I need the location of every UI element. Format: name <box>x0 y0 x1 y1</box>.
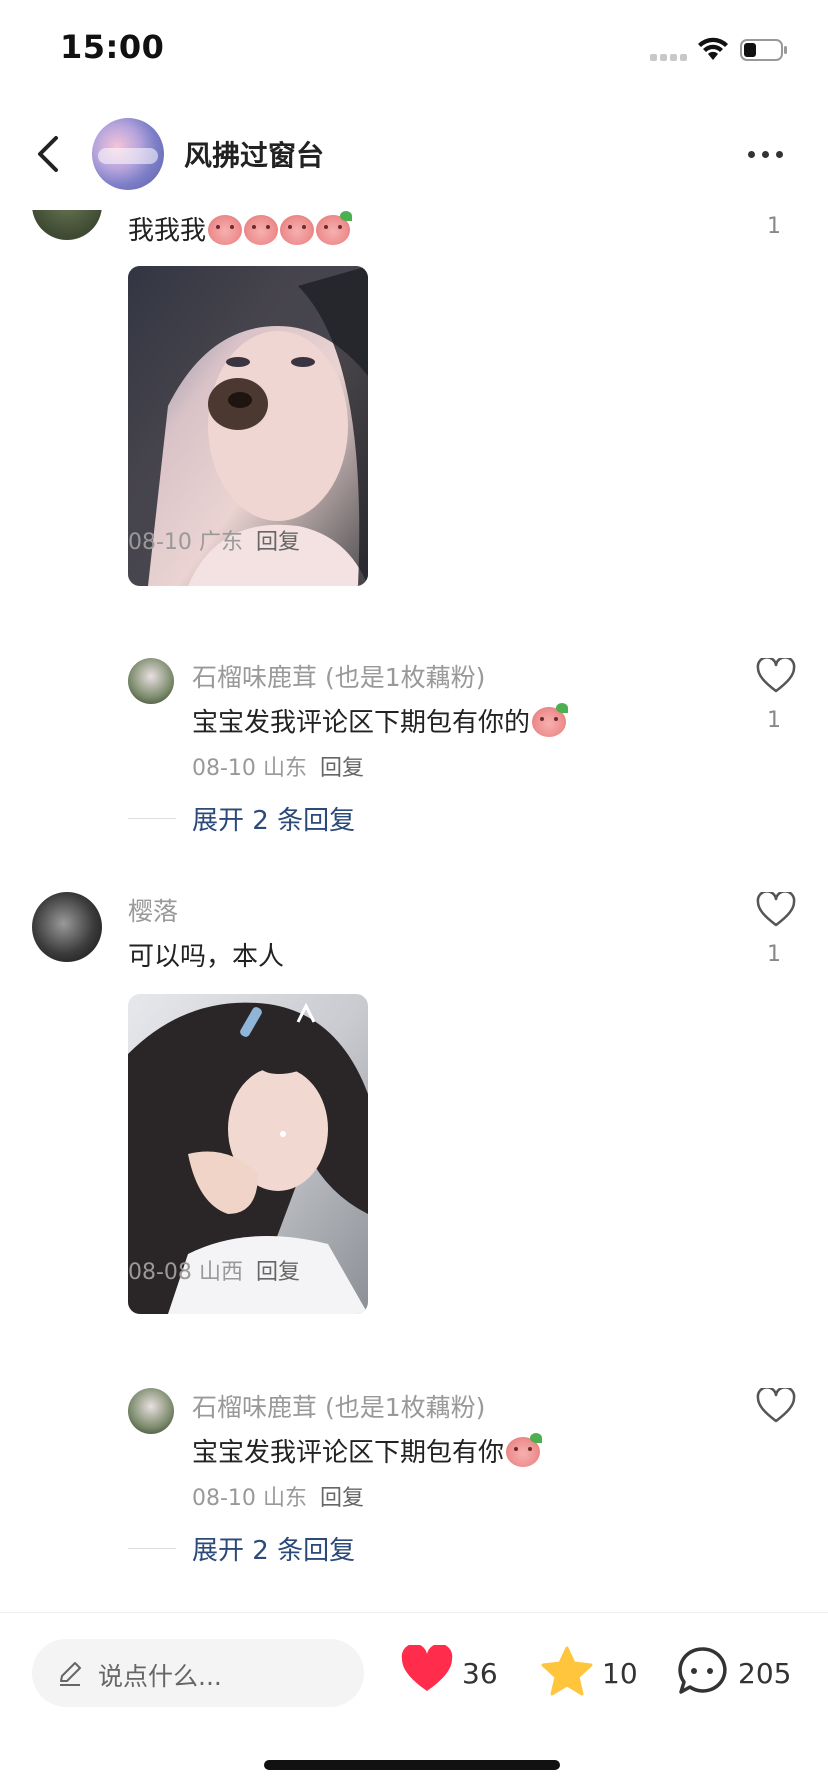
emoji-icon <box>244 215 279 245</box>
emoji-icon <box>280 215 315 245</box>
expand-replies-button[interactable]: 展开 2 条回复 <box>192 800 355 837</box>
status-time: 15:00 <box>60 28 165 66</box>
reply-text: 宝宝发我评论区下期包有你 <box>192 1432 543 1469</box>
comment-text-content: 我我我 <box>128 216 207 246</box>
comment-input[interactable]: 说点什么... <box>32 1639 364 1707</box>
reply-meta: 08-10 山东 回复 <box>192 1480 364 1512</box>
reply-date: 08-10 <box>192 756 256 781</box>
commenter-name[interactable]: 樱落 <box>128 892 178 928</box>
emoji-kiss-icon <box>316 211 353 245</box>
reply-location: 山东 <box>262 756 307 781</box>
back-arrow-icon[interactable] <box>30 128 70 180</box>
heart-outline-icon[interactable] <box>756 658 796 694</box>
battery-icon <box>740 39 787 61</box>
comment-count: 205 <box>738 1657 792 1690</box>
like-count: 1 <box>767 214 781 239</box>
comment-meta: 08-08 山西 回复 <box>128 1254 300 1286</box>
more-icon[interactable] <box>742 140 790 170</box>
reply-location: 山东 <box>262 1486 307 1511</box>
comment-text: 我我我 <box>128 210 353 247</box>
signal-icon <box>650 54 688 62</box>
reply-button[interactable]: 回复 <box>256 530 300 555</box>
comment-date: 08-08 <box>128 1260 192 1285</box>
wifi-icon <box>698 37 728 60</box>
home-indicator <box>264 1760 560 1770</box>
reply-text-content: 宝宝发我评论区下期包有你 <box>192 1438 505 1468</box>
comment-bubble-icon <box>678 1647 727 1694</box>
comment-list: 我我我 1 08-10 广东 回复 石榴味鹿茸 (也是1枚藕粉) 宝宝发我评论区… <box>0 210 828 1610</box>
page-title[interactable]: 风拂过窗台 <box>184 134 324 174</box>
emoji-kiss-icon <box>532 703 569 737</box>
expand-replies-button[interactable]: 展开 2 条回复 <box>192 1530 355 1567</box>
commenter-avatar[interactable] <box>32 892 102 962</box>
comment-date: 08-10 <box>128 530 192 555</box>
comment-button[interactable]: 205 <box>676 1637 806 1707</box>
star-filled-icon <box>541 1646 593 1696</box>
like-count: 1 <box>767 942 781 967</box>
author-avatar[interactable] <box>92 118 164 190</box>
input-placeholder: 说点什么... <box>98 1662 222 1691</box>
replier-avatar[interactable] <box>128 1388 174 1434</box>
reply-meta: 08-10 山东 回复 <box>192 750 364 782</box>
favorite-button[interactable]: 10 <box>540 1637 640 1707</box>
commenter-avatar[interactable] <box>32 210 102 240</box>
comment-location: 广东 <box>198 530 243 555</box>
reply-like-count: 1 <box>767 708 781 733</box>
replier-name[interactable]: 石榴味鹿茸 (也是1枚藕粉) <box>192 658 485 694</box>
like-button[interactable]: 36 <box>400 1637 510 1707</box>
reply-button[interactable]: 回复 <box>320 756 364 781</box>
favorite-count: 10 <box>602 1657 638 1690</box>
header: 风拂过窗台 <box>0 100 828 210</box>
reply-button[interactable]: 回复 <box>320 1486 364 1511</box>
heart-outline-icon[interactable] <box>756 1388 796 1424</box>
reply-date: 08-10 <box>192 1486 256 1511</box>
reply-text: 宝宝发我评论区下期包有你的 <box>192 702 569 739</box>
comment-meta: 08-10 广东 回复 <box>128 524 300 556</box>
emoji-kiss-icon <box>506 1433 543 1467</box>
pen-icon <box>60 1662 81 1686</box>
replier-avatar[interactable] <box>128 658 174 704</box>
reply-button[interactable]: 回复 <box>256 1260 300 1285</box>
expand-divider <box>128 818 176 819</box>
status-bar: 15:00 <box>0 0 828 100</box>
replier-name[interactable]: 石榴味鹿茸 (也是1枚藕粉) <box>192 1388 485 1424</box>
emoji-icon <box>208 215 243 245</box>
comment-location: 山西 <box>198 1260 243 1285</box>
heart-outline-icon[interactable] <box>756 892 796 928</box>
reply-text-content: 宝宝发我评论区下期包有你的 <box>192 708 531 738</box>
heart-filled-icon <box>401 1645 453 1691</box>
expand-divider <box>128 1548 176 1549</box>
like-count: 36 <box>462 1657 498 1690</box>
comment-text: 可以吗，本人 <box>128 942 285 972</box>
